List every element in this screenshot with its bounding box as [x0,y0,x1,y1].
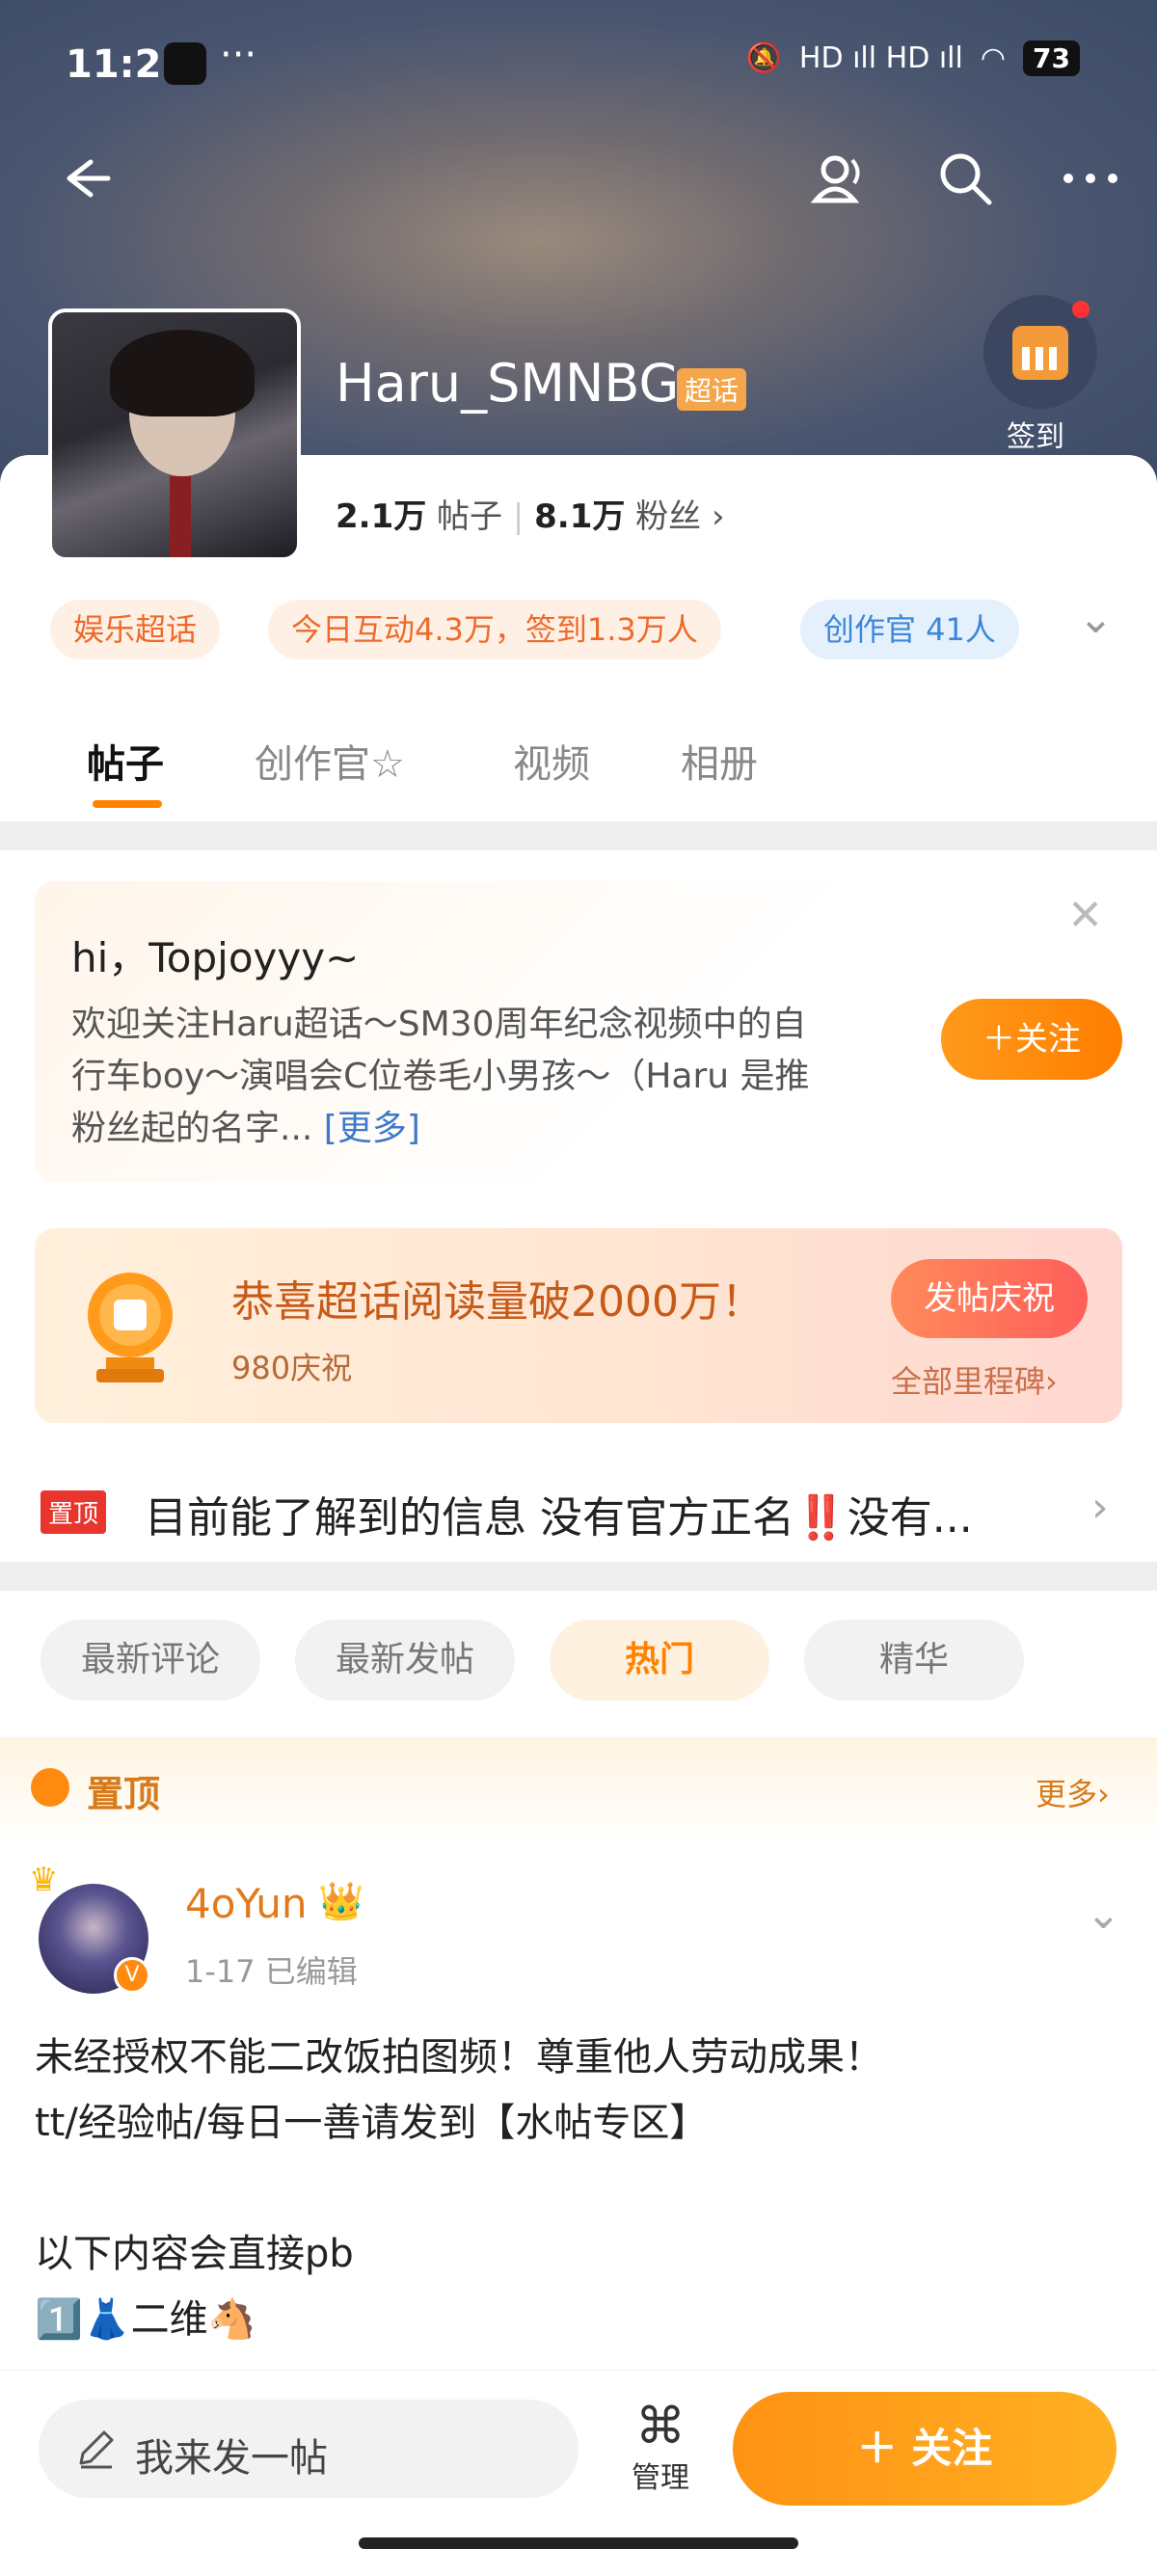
more-icon [1063,174,1117,183]
stats-divider: | [512,497,535,536]
checkin-label: 签到 [1007,420,1064,454]
compose-placeholder: 我来发一帖 [135,2436,328,2481]
crown-icon: ♛ [29,1861,59,1899]
status-bar: 11:21 ··· 🔕 HD ıll HD ıll ◠ 73 [0,0,1157,135]
mute-icon: 🔕 [745,41,782,75]
follow-button-small[interactable]: ＋关注 [941,999,1122,1080]
today-activity-pill[interactable]: 今日互动4.3万，签到1.3万人 [268,600,721,659]
creators-pill[interactable]: 创作官 41人 [800,600,1019,659]
user-level-badge-icon: 👑 [318,1880,364,1922]
pen-icon [79,2430,114,2469]
avatar-tie [170,476,191,557]
active-tab-indicator [93,800,162,808]
milestone-banner[interactable]: 恭喜超话阅读量破2000万！ 980庆祝 发帖庆祝 全部里程碑› [35,1228,1122,1423]
avatar-hair [110,330,255,416]
manage-label: 管理 [632,2461,689,2495]
search-icon [940,153,992,205]
tab-video[interactable]: 视频 [513,733,590,789]
fans-chevron-icon: › [711,497,725,536]
trophy-icon [88,1273,173,1382]
back-arrow-icon [67,159,111,198]
wifi-icon: ◠ [980,41,1007,75]
calendar-icon [1012,326,1068,380]
manage-button[interactable]: ⌘ 管理 [617,2400,704,2506]
filter-hot[interactable]: 热门 [550,1620,769,1701]
welcome-text: 欢迎关注Haru超话～SM30周年纪念视频中的自行车boy～演唱会C位卷毛小男孩… [71,1005,810,1148]
stats-row[interactable]: 2.1万 帖子 | 8.1万 粉丝 › [336,490,725,537]
manage-icon: ⌘ [635,2398,686,2455]
pin-badge-icon [31,1768,69,1807]
pinned-section-label: 置顶 [87,1773,161,1815]
expand-chevron-icon[interactable]: ⌄ [1078,594,1114,643]
post-body[interactable]: 未经授权不能二改饭拍图频！尊重他人劳动成果！ tt/经验帖/每日一善请发到【水帖… [35,2025,1115,2352]
notification-dot [1072,301,1090,318]
tab-creators-label: 创作官 [255,742,370,787]
members-icon [810,155,860,203]
supertopic-name: Haru_SMNBG [336,353,680,414]
members-button[interactable] [804,145,872,212]
category-pill[interactable]: 娱乐超话 [50,600,221,659]
creator-badge-icon: ☆ [370,742,405,787]
pinned-announcement[interactable]: 置顶 目前能了解到的信息 没有官方正名‼️没有... › [0,1462,1157,1558]
checkin-button[interactable] [983,295,1097,409]
welcome-description: 欢迎关注Haru超话～SM30周年纪念视频中的自行车boy～演唱会C位卷毛小男孩… [71,999,823,1155]
post-card: ♛ V 4oYun 👑 1-17 已编辑 ⌄ 未经授权不能二改饭拍图频！尊重他人… [0,1861,1157,2362]
follow-button[interactable]: ＋ 关注 [733,2392,1117,2506]
all-milestones-link[interactable]: 全部里程碑› [891,1357,1058,1402]
home-indicator [359,2537,798,2549]
supertopic-avatar[interactable] [48,309,301,561]
tiktok-icon [164,42,206,85]
tab-posts[interactable]: 帖子 [87,733,164,789]
section-divider [0,1562,1157,1591]
post-meta: 1-17 已编辑 [185,1953,358,1990]
pinned-more-link[interactable]: 更多› [1036,1770,1110,1814]
supertopic-tag: 超话 [677,368,747,411]
battery-icon: 73 [1023,40,1080,76]
welcome-more-link[interactable]: [更多] [324,1109,420,1148]
filter-featured[interactable]: 精华 [804,1620,1024,1701]
pinned-text: 目前能了解到的信息 没有官方正名‼️没有... [145,1493,973,1543]
posts-label: 帖子 [437,497,503,536]
tab-creators[interactable]: 创作官☆ [255,733,405,789]
milestone-title: 恭喜超话阅读量破2000万！ [231,1277,764,1327]
verified-badge-icon: V [114,1957,150,1994]
post-username[interactable]: 4oYun [185,1880,308,1927]
back-button[interactable] [48,145,116,212]
more-button[interactable] [1057,145,1124,212]
tab-album[interactable]: 相册 [681,733,758,789]
welcome-greeting: hi，Topjoyyy~ [71,934,360,981]
posts-count: 2.1万 [336,497,427,536]
chevron-right-icon: › [1091,1483,1109,1532]
celebrate-post-button[interactable]: 发帖庆祝 [891,1259,1088,1338]
signal-icon: HD ıll HD ıll [798,41,963,75]
search-button[interactable] [931,145,999,212]
fans-label: 粉丝 [635,497,702,536]
milestone-count: 980庆祝 [231,1350,353,1386]
tab-bar: 帖子 创作官☆ 视频 相册 [0,723,1157,819]
pinned-tag: 置顶 [40,1490,107,1534]
section-divider [0,821,1157,850]
compose-button[interactable]: 我来发一帖 [39,2400,578,2498]
fans-count: 8.1万 [534,497,626,536]
pinned-section-header: 置顶 更多› [0,1737,1157,1843]
status-right: 🔕 HD ıll HD ıll ◠ 73 [746,40,1080,76]
status-dots: ··· [220,33,257,77]
close-icon[interactable]: ✕ [1067,891,1103,940]
filter-latest-post[interactable]: 最新发帖 [295,1620,515,1701]
chevron-down-icon[interactable]: ⌄ [1086,1890,1121,1939]
filter-latest-comment[interactable]: 最新评论 [40,1620,260,1701]
